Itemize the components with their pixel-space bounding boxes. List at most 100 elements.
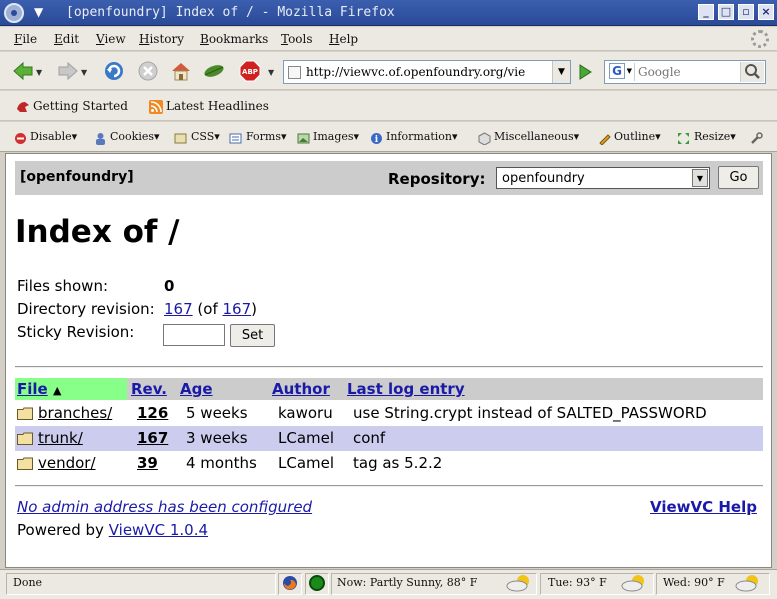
menu-file[interactable]: File — [14, 32, 37, 46]
stop-icon[interactable] — [137, 60, 159, 82]
go-button[interactable]: Go — [718, 166, 759, 189]
page-favicon-icon — [288, 66, 301, 79]
status-green-icon[interactable] — [309, 575, 325, 591]
home-icon[interactable] — [170, 60, 192, 82]
log-cell: tag as 5.2.2 — [353, 454, 443, 472]
directory-revision-row: Directory revision: 167 (of 167) — [17, 300, 257, 318]
admin-address-link[interactable]: No admin address has been configured — [17, 498, 312, 516]
viewvc-help-link[interactable]: ViewVC Help — [650, 498, 757, 516]
dev-cookies-menu[interactable]: Cookies▾ — [110, 130, 160, 143]
revision-link[interactable]: 167 — [137, 429, 168, 447]
partly-sunny-icon — [506, 574, 532, 592]
dev-resize-menu[interactable]: Resize▾ — [694, 130, 736, 143]
file-link[interactable]: branches/ — [38, 404, 112, 422]
table-row: vendor/ 39 4 months LCamel tag as 5.2.2 — [15, 451, 763, 476]
search-bar[interactable]: G ▼ — [604, 60, 766, 84]
folder-icon — [17, 406, 33, 420]
author-cell: LCamel — [278, 454, 335, 472]
table-header: File ▲ Rev. Age Author Last log entry — [15, 378, 763, 400]
sticky-revision-label: Sticky Revision: — [17, 323, 135, 341]
files-shown-label: Files shown: — [17, 277, 109, 295]
restore-icon[interactable]: ▫ — [738, 4, 754, 20]
dev-images-menu[interactable]: Images▾ — [313, 130, 359, 143]
column-file-link[interactable]: File — [17, 380, 48, 398]
adblock-menu-arrow-icon[interactable]: ▼ — [268, 68, 274, 77]
files-shown-value: 0 — [164, 277, 175, 295]
maximize-icon[interactable]: □ — [718, 4, 734, 20]
column-author[interactable]: Author — [272, 378, 330, 400]
partly-sunny-icon — [621, 574, 647, 592]
file-link[interactable]: vendor/ — [38, 454, 96, 472]
dev-disable-menu[interactable]: Disable▾ — [30, 130, 77, 143]
powered-by: Powered by ViewVC 1.0.4 — [17, 521, 208, 539]
close-icon[interactable]: × — [758, 4, 774, 20]
sticky-revision-input[interactable] — [163, 324, 225, 346]
set-button[interactable]: Set — [230, 324, 275, 347]
images-icon — [297, 130, 310, 144]
age-cell: 5 weeks — [186, 404, 248, 422]
minimize-icon[interactable]: _ — [698, 4, 714, 20]
system-menu-icon[interactable] — [4, 3, 24, 23]
dev-css-menu[interactable]: CSS▾ — [191, 130, 220, 143]
bookmark-getting-started[interactable]: Getting Started — [33, 99, 128, 113]
outline-icon — [598, 130, 611, 146]
column-age-link[interactable]: Age — [180, 380, 213, 398]
menu-view[interactable]: View — [96, 32, 126, 46]
disable-icon — [14, 130, 27, 144]
column-log-link[interactable]: Last log entry — [347, 380, 465, 398]
dev-outline-menu[interactable]: Outline▾ — [614, 130, 661, 143]
bookmark-latest-headlines[interactable]: Latest Headlines — [166, 99, 269, 113]
page-title: Index of / — [15, 214, 180, 250]
dev-miscellaneous-menu[interactable]: Miscellaneous▾ — [494, 130, 579, 143]
directory-revision-label: Directory revision: — [17, 300, 155, 318]
go-icon[interactable] — [575, 62, 595, 82]
menu-tools[interactable]: Tools — [281, 32, 313, 46]
svg-text:i: i — [375, 135, 379, 145]
files-shown-row: Files shown: 0 — [17, 277, 174, 295]
url-history-dropdown-icon[interactable]: ▼ — [552, 61, 570, 83]
forward-icon[interactable] — [57, 60, 79, 82]
dev-information-menu[interactable]: Information▾ — [386, 130, 458, 143]
revision-link[interactable]: 126 — [137, 404, 168, 422]
search-icon[interactable] — [740, 62, 764, 82]
back-history-arrow-icon[interactable]: ▼ — [36, 68, 42, 77]
firefox-icon[interactable] — [282, 575, 298, 591]
menu-bookmarks[interactable]: Bookmarks — [200, 32, 268, 46]
folder-icon — [17, 431, 33, 445]
miscellaneous-icon — [478, 130, 491, 146]
file-link[interactable]: trunk/ — [38, 429, 83, 447]
window-titlebar: ▼ [openfoundry] Index of / - Mozilla Fir… — [0, 0, 777, 26]
repository-label: Repository: — [388, 170, 486, 188]
forward-history-arrow-icon[interactable]: ▼ — [81, 68, 87, 77]
adblock-icon[interactable]: ABP — [239, 60, 261, 82]
web-developer-toolbar: Disable▾ Cookies▾ CSS▾ Forms▾ Images▾ i … — [0, 122, 777, 152]
author-cell: LCamel — [278, 429, 335, 447]
menu-history[interactable]: History — [139, 32, 184, 46]
menu-help[interactable]: Help — [329, 32, 358, 46]
column-rev-link[interactable]: Rev. — [131, 380, 167, 398]
column-log[interactable]: Last log entry — [347, 378, 465, 400]
column-file[interactable]: File ▲ — [15, 378, 127, 400]
search-input[interactable] — [638, 63, 738, 81]
window-menu-arrow-icon[interactable]: ▼ — [34, 5, 43, 19]
age-cell: 3 weeks — [186, 429, 248, 447]
viewvc-version-link[interactable]: ViewVC 1.0.4 — [109, 521, 208, 539]
directory-revision-link[interactable]: 167 — [164, 300, 193, 318]
repository-select-value: openfoundry — [502, 171, 585, 186]
url-text[interactable]: http://viewvc.of.openfoundry.org/vie — [306, 65, 542, 79]
search-engine-selector[interactable]: G ▼ — [607, 63, 635, 81]
tools-icon[interactable] — [750, 130, 763, 144]
column-rev[interactable]: Rev. — [131, 378, 167, 400]
back-icon[interactable] — [12, 60, 34, 82]
repository-select[interactable]: openfoundry ▼ — [496, 167, 710, 189]
menu-edit[interactable]: Edit — [54, 32, 79, 46]
leaf-icon[interactable] — [203, 60, 225, 82]
column-author-link[interactable]: Author — [272, 380, 330, 398]
cookies-icon — [94, 130, 107, 145]
reload-icon[interactable] — [103, 60, 125, 82]
dev-forms-menu[interactable]: Forms▾ — [246, 130, 287, 143]
head-revision-link[interactable]: 167 — [223, 300, 252, 318]
column-age[interactable]: Age — [180, 378, 213, 400]
url-bar[interactable]: http://viewvc.of.openfoundry.org/vie ▼ — [283, 60, 571, 84]
revision-link[interactable]: 39 — [137, 454, 158, 472]
